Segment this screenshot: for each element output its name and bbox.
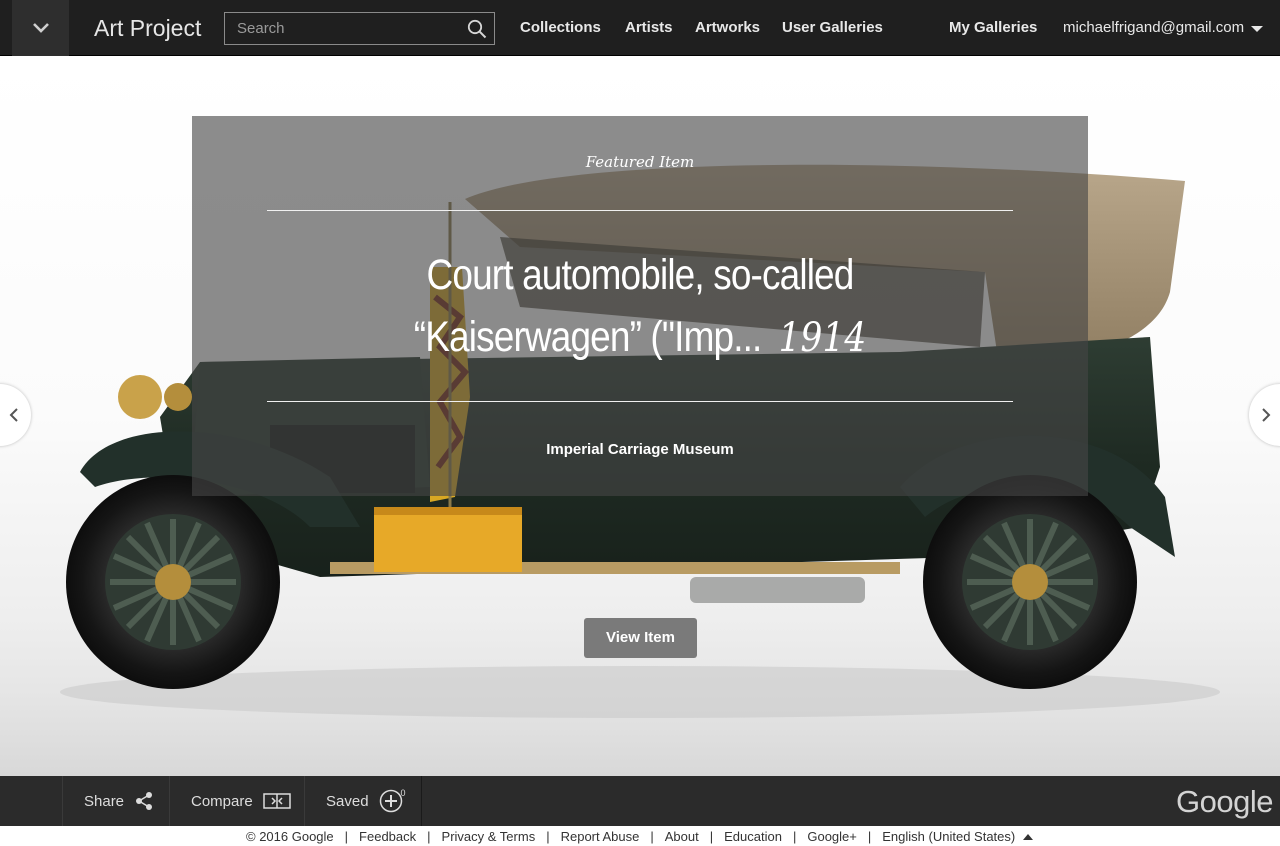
featured-title-line-2: “Kaiserwagen” ("Imp... bbox=[413, 313, 763, 361]
footer-separator: | bbox=[792, 829, 797, 844]
chevron-down-icon bbox=[32, 23, 49, 33]
footer-link-report-abuse[interactable]: Report Abuse bbox=[561, 829, 640, 844]
account-menu[interactable]: michaelfrigand@gmail.com bbox=[1063, 19, 1264, 36]
nav-artists[interactable]: Artists bbox=[625, 19, 673, 36]
footer-separator: | bbox=[546, 829, 550, 844]
language-selector[interactable]: English (United States) bbox=[882, 829, 1015, 844]
chevron-left-icon bbox=[9, 408, 18, 422]
featured-item-museum[interactable]: Imperial Carriage Museum bbox=[192, 441, 1088, 458]
footer-separator: | bbox=[427, 829, 431, 844]
nav-collections[interactable]: Collections bbox=[520, 19, 601, 36]
featured-item-panel: Featured Item Court automobile, so-calle… bbox=[192, 116, 1088, 496]
featured-item-label: Featured Item bbox=[585, 153, 695, 171]
footer-separator: | bbox=[867, 829, 872, 844]
share-icon bbox=[136, 792, 153, 810]
share-label: Share bbox=[84, 792, 125, 810]
footer-separator: | bbox=[650, 829, 654, 844]
compare-button[interactable]: Compare bbox=[169, 776, 305, 826]
featured-title-line-1: Court automobile, so-called bbox=[426, 251, 855, 299]
search-input[interactable] bbox=[225, 13, 457, 44]
footer-link-about[interactable]: About bbox=[665, 829, 699, 844]
featured-item-year: 1914 bbox=[778, 315, 867, 361]
footer: © 2016 Google | Feedback | Privacy & Ter… bbox=[0, 826, 1280, 846]
view-item-button[interactable]: View Item bbox=[584, 618, 697, 658]
saved-label: Saved bbox=[326, 792, 369, 810]
chevron-right-icon bbox=[1262, 408, 1271, 422]
menu-toggle-button[interactable] bbox=[12, 0, 69, 56]
app-title[interactable]: Art Project bbox=[94, 15, 201, 42]
footer-link-google-plus[interactable]: Google+ bbox=[807, 829, 857, 844]
search-icon[interactable] bbox=[467, 19, 487, 39]
saved-count: 0 bbox=[400, 788, 406, 798]
footer-link-privacy-terms[interactable]: Privacy & Terms bbox=[442, 829, 536, 844]
compare-icon bbox=[262, 793, 291, 809]
nav-artworks[interactable]: Artworks bbox=[695, 19, 760, 36]
compare-label: Compare bbox=[191, 792, 253, 810]
footer-link-feedback[interactable]: Feedback bbox=[359, 829, 416, 844]
footer-links: © 2016 Google | Feedback | Privacy & Ter… bbox=[246, 829, 1034, 844]
caret-down-icon bbox=[1251, 25, 1264, 32]
hero-featured: Featured Item Court automobile, so-calle… bbox=[0, 57, 1280, 776]
search-box bbox=[224, 12, 495, 45]
google-logo: Google bbox=[1176, 784, 1273, 819]
share-button[interactable]: Share bbox=[62, 776, 170, 826]
nav-user-galleries[interactable]: User Galleries bbox=[782, 19, 883, 36]
divider-top bbox=[267, 210, 1013, 211]
divider-bottom bbox=[267, 401, 1013, 402]
action-bar: Share Compare Saved 0 Google bbox=[0, 776, 1280, 826]
top-bar: Art Project Collections Artists Artworks… bbox=[0, 0, 1280, 56]
account-email: michaelfrigand@gmail.com bbox=[1063, 19, 1245, 36]
featured-item-title[interactable]: Court automobile, so-called “Kaiserwagen… bbox=[349, 244, 930, 369]
nav-my-galleries[interactable]: My Galleries bbox=[949, 19, 1037, 36]
saved-button[interactable]: Saved 0 bbox=[304, 776, 422, 826]
footer-separator: | bbox=[344, 829, 349, 844]
footer-separator: | bbox=[709, 829, 714, 844]
footer-copyright: © 2016 Google bbox=[246, 829, 334, 844]
caret-up-icon[interactable] bbox=[1023, 833, 1034, 840]
add-circle-icon bbox=[379, 789, 402, 813]
footer-link-education[interactable]: Education bbox=[724, 829, 782, 844]
